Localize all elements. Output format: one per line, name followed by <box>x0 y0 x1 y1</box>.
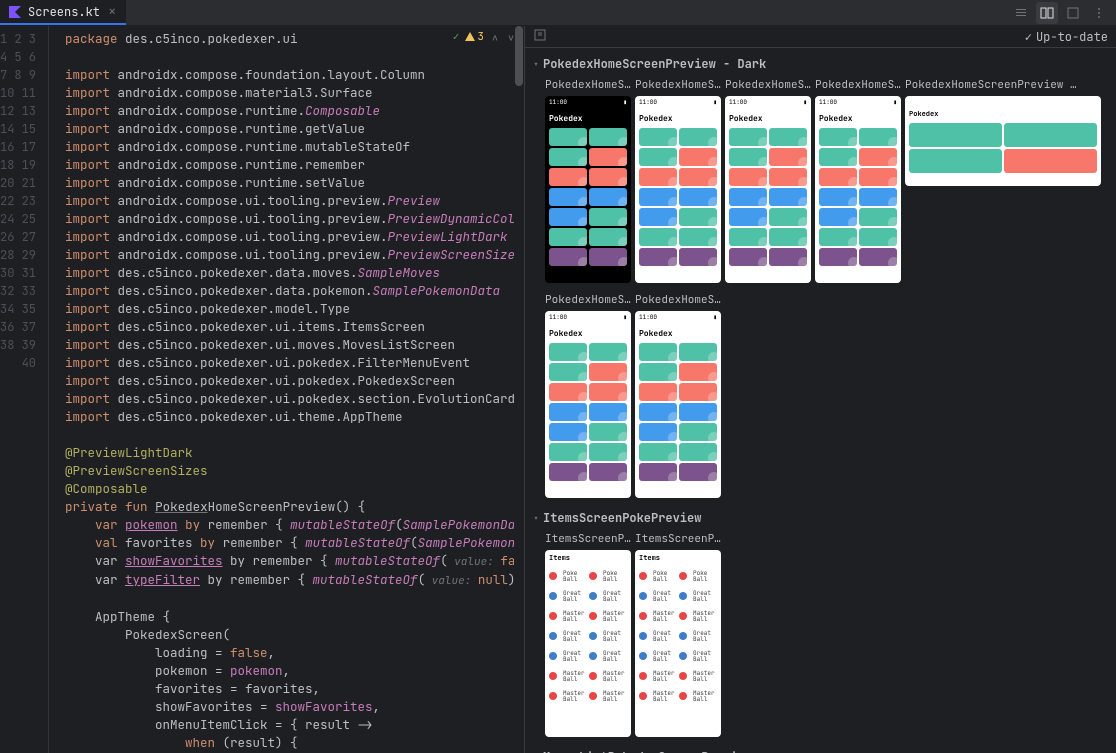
main-content: ✓ 3 ∧ ∨ 1 2 3 4 5 6 7 8 9 10 11 12 13 14… <box>0 26 1116 753</box>
refresh-icon[interactable] <box>533 28 547 46</box>
section-title: MovesListPokedexScreenPreview <box>543 749 752 753</box>
preview-thumbnail[interactable]: 11:00▮ Pokedex <box>815 96 901 283</box>
preview-section-header-2[interactable]: ▾ ItemsScreenPokePreview <box>533 506 1108 530</box>
tab-bar: Screens.kt × <box>0 0 1116 26</box>
kotlin-file-icon <box>8 5 22 19</box>
nav-up-icon[interactable]: ∧ <box>490 31 500 44</box>
preview-body[interactable]: ▾ PokedexHomeScreenPreview - Dark Pokede… <box>525 48 1116 753</box>
editor-status-indicators: ✓ 3 ∧ ∨ <box>453 30 516 44</box>
preview-labels-row-2: ItemsScreenPokePrevi… ItemsScreenPokePre… <box>533 530 1108 548</box>
preview-thumbnail-landscape[interactable]: Pokedex <box>905 96 1101 186</box>
editor-scrollbar[interactable] <box>514 26 524 753</box>
line-number-gutter: 1 2 3 4 5 6 7 8 9 10 11 12 13 14 15 16 1… <box>0 26 48 753</box>
split-view-icon[interactable] <box>1036 2 1058 24</box>
more-options-icon[interactable] <box>1088 2 1110 24</box>
status-ok-icon[interactable]: ✓ <box>453 30 460 44</box>
warning-count: 3 <box>477 30 484 44</box>
check-icon: ✓ <box>1025 29 1032 45</box>
preview-thumbs-row-1b: 11:00▮ Pokedex <box>533 309 1108 506</box>
preview-thumbnail[interactable]: 11:00▮ Pokedex <box>545 96 631 283</box>
code-view-icon[interactable] <box>1010 2 1032 24</box>
editor-toolbar <box>1010 2 1116 24</box>
preview-label: PokedexHomeScreenP… <box>815 78 901 92</box>
close-icon[interactable]: × <box>106 3 118 21</box>
preview-label: PokedexHomeScreenP… <box>635 293 721 307</box>
preview-thumbs-row-2: Items Poke Ball Poke Ball Great Ball Gre… <box>533 548 1108 745</box>
preview-label: ItemsScreenPokePrevi… <box>635 532 721 546</box>
file-tab[interactable]: Screens.kt × <box>0 0 126 25</box>
preview-label: PokedexHomeScreenP… <box>635 78 721 92</box>
preview-thumbnail[interactable]: 11:00▮ Pokedex <box>635 96 721 283</box>
preview-thumbnail[interactable]: 11:00▮ Pokedex <box>725 96 811 283</box>
build-status: ✓ Up-to-date <box>1025 29 1108 45</box>
preview-label: PokedexHomeScreenP… <box>545 293 631 307</box>
preview-label: ItemsScreenPokePrevi… <box>545 532 631 546</box>
preview-thumbnail[interactable]: Items Poke Ball Poke Ball Great Ball Gre… <box>545 550 631 737</box>
tab-filename: Screens.kt <box>28 4 100 20</box>
preview-thumbnail[interactable]: Items Poke Ball Poke Ball Great Ball Gre… <box>635 550 721 737</box>
preview-label: PokedexHomeScreenP… <box>545 78 631 92</box>
preview-label: PokedexHomeScreenPreview - Phone - Lands… <box>905 78 1081 92</box>
editor-pane: ✓ 3 ∧ ∨ 1 2 3 4 5 6 7 8 9 10 11 12 13 14… <box>0 26 525 753</box>
preview-labels-row-1: PokedexHomeScreenP… PokedexHomeScreenP… … <box>533 76 1108 94</box>
section-title: PokedexHomeScreenPreview - Dark <box>543 56 766 72</box>
preview-pane: ✓ Up-to-date ▾ PokedexHomeScreenPreview … <box>525 26 1116 753</box>
code-content[interactable]: package des.c5inco.pokedexer.ui import a… <box>48 26 524 753</box>
preview-labels-row-1b: PokedexHomeScreenP… PokedexHomeScreenP… <box>533 291 1108 309</box>
preview-section-header-3[interactable]: ▾ MovesListPokedexScreenPreview <box>533 745 1108 753</box>
preview-topbar: ✓ Up-to-date <box>525 26 1116 48</box>
chevron-down-icon: ▾ <box>533 512 539 525</box>
preview-thumbs-row-1: 11:00▮ Pokedex <box>533 94 1108 291</box>
preview-label: PokedexHomeScreenP… <box>725 78 811 92</box>
code-area[interactable]: 1 2 3 4 5 6 7 8 9 10 11 12 13 14 15 16 1… <box>0 26 524 753</box>
nav-down-icon[interactable]: ∨ <box>506 31 516 44</box>
preview-thumbnail[interactable]: 11:00▮ Pokedex <box>545 311 631 498</box>
design-view-icon[interactable] <box>1062 2 1084 24</box>
build-status-text: Up-to-date <box>1036 29 1108 45</box>
status-warnings[interactable]: 3 <box>465 30 484 44</box>
preview-section-header-1[interactable]: ▾ PokedexHomeScreenPreview - Dark <box>533 52 1108 76</box>
section-title: ItemsScreenPokePreview <box>543 510 701 526</box>
chevron-down-icon: ▾ <box>533 58 539 71</box>
scrollbar-thumb[interactable] <box>515 26 523 86</box>
preview-thumbnail[interactable]: 11:00▮ Pokedex <box>635 311 721 498</box>
